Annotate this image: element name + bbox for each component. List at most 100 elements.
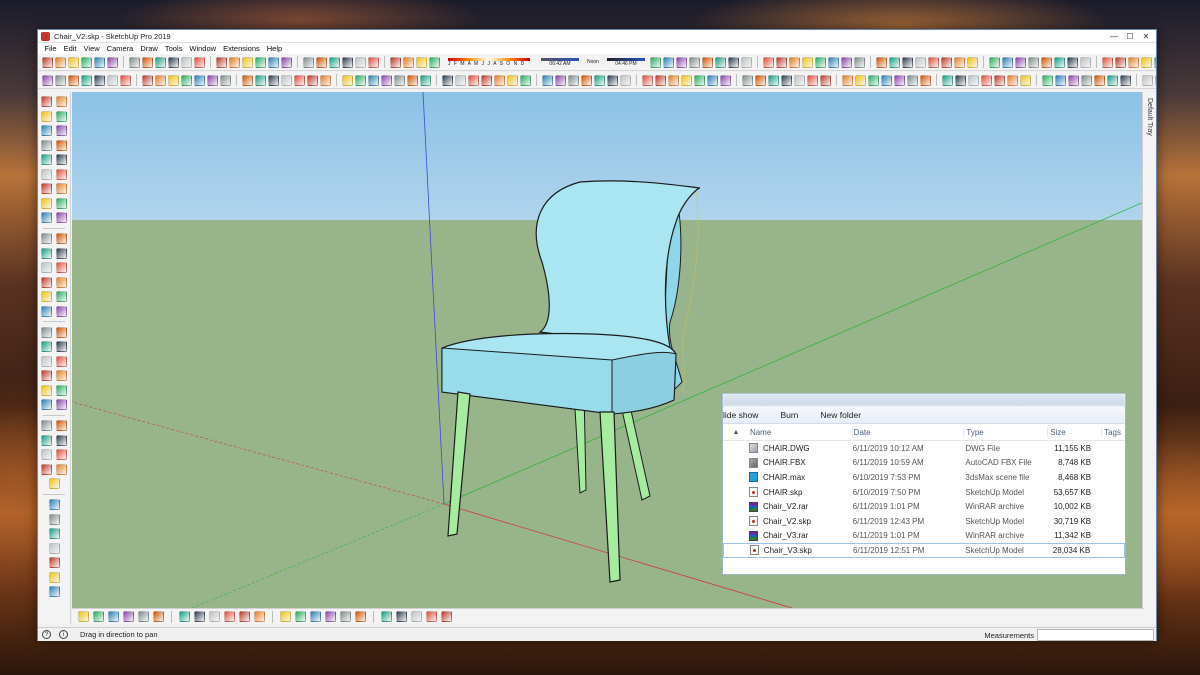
left-tool-icon[interactable]: [56, 233, 67, 244]
toolbar-tool-icon[interactable]: [968, 74, 979, 86]
toolbar-tool-icon[interactable]: [281, 56, 292, 68]
toolbar-tool-icon[interactable]: [907, 74, 918, 86]
menu-file[interactable]: File: [41, 44, 60, 53]
toolbar-tool-icon[interactable]: [416, 56, 427, 68]
left-tool-icon[interactable]: [56, 183, 67, 194]
close-button[interactable]: ✕: [1138, 30, 1154, 42]
toolbar-tool-icon[interactable]: [1081, 74, 1092, 86]
toolbar-tool-icon[interactable]: [555, 74, 566, 86]
left-tool-icon[interactable]: [48, 513, 60, 525]
toolbar-tool-icon[interactable]: [675, 56, 687, 68]
toolbar-tool-icon[interactable]: [355, 74, 366, 86]
toolbar-tool-icon[interactable]: [168, 74, 179, 86]
shadow-date-slider[interactable]: J F M A M J J A S O N D: [448, 57, 530, 67]
toolbar-tool-icon[interactable]: [194, 56, 205, 68]
left-tool-icon[interactable]: [56, 110, 67, 122]
left-tool-icon[interactable]: [41, 96, 52, 107]
toolbar-tool-icon[interactable]: [894, 74, 905, 86]
left-tool-icon[interactable]: [41, 305, 52, 317]
toolbar-tool-icon[interactable]: [507, 74, 518, 86]
toolbar-tool-icon[interactable]: [411, 611, 422, 622]
burn-button[interactable]: Burn: [780, 410, 798, 420]
toolbar-tool-icon[interactable]: [420, 74, 431, 86]
left-tool-icon[interactable]: [56, 305, 67, 317]
left-tool-icon[interactable]: [41, 341, 52, 352]
toolbar-tool-icon[interactable]: [681, 74, 692, 86]
toolbar-tool-icon[interactable]: [242, 74, 253, 86]
toolbar-tool-icon[interactable]: [281, 74, 292, 86]
toolbar-tool-icon[interactable]: [568, 74, 579, 86]
left-tool-icon[interactable]: [41, 449, 52, 460]
toolbar-tool-icon[interactable]: [381, 74, 392, 86]
left-tool-icon[interactable]: [56, 262, 67, 273]
toolbar-tool-icon[interactable]: [662, 56, 674, 68]
minimize-button[interactable]: —: [1106, 30, 1122, 42]
left-tool-icon[interactable]: [56, 449, 67, 460]
toolbar-tool-icon[interactable]: [268, 56, 279, 68]
toolbar-tool-icon[interactable]: [254, 611, 265, 622]
toolbar-tool-icon[interactable]: [242, 56, 253, 68]
column-tags[interactable]: Tags: [1101, 427, 1125, 437]
toolbar-tool-icon[interactable]: [407, 74, 418, 86]
toolbar-tool-icon[interactable]: [153, 611, 164, 622]
help-icon[interactable]: ?: [42, 630, 51, 639]
toolbar-tool-icon[interactable]: [1153, 56, 1156, 68]
toolbar-tool-icon[interactable]: [81, 74, 92, 86]
left-tool-icon[interactable]: [56, 355, 67, 367]
toolbar-tool-icon[interactable]: [224, 611, 235, 622]
toolbar-tool-icon[interactable]: [355, 611, 366, 622]
toolbar-tool-icon[interactable]: [520, 74, 531, 86]
toolbar-tool-icon[interactable]: [807, 74, 818, 86]
toolbar-tool-icon[interactable]: [307, 74, 318, 86]
left-tool-icon[interactable]: [48, 478, 60, 489]
toolbar-tool-icon[interactable]: [642, 74, 653, 86]
toolbar-tool-icon[interactable]: [320, 74, 331, 86]
left-tool-icon[interactable]: [41, 154, 52, 165]
toolbar-tool-icon[interactable]: [179, 611, 190, 622]
toolbar-tool-icon[interactable]: [468, 74, 479, 86]
toolbar-tool-icon[interactable]: [1114, 56, 1126, 68]
left-tool-icon[interactable]: [41, 326, 52, 338]
toolbar-tool-icon[interactable]: [294, 74, 305, 86]
toolbar-tool-icon[interactable]: [701, 56, 713, 68]
left-tool-icon[interactable]: [56, 384, 67, 396]
left-tool-icon[interactable]: [56, 463, 67, 475]
left-tool-icon[interactable]: [41, 399, 52, 410]
toolbar-tool-icon[interactable]: [55, 56, 66, 68]
toolbar-tool-icon[interactable]: [381, 611, 392, 622]
column-name[interactable]: Name: [749, 428, 852, 437]
toolbar-tool-icon[interactable]: [762, 56, 774, 68]
toolbar-tool-icon[interactable]: [396, 611, 407, 622]
menu-window[interactable]: Window: [186, 44, 220, 53]
column-date[interactable]: Date: [851, 427, 964, 437]
left-tool-icon[interactable]: [56, 125, 67, 136]
toolbar-tool-icon[interactable]: [1055, 74, 1066, 86]
toolbar-tool-icon[interactable]: [181, 56, 192, 68]
toolbar-tool-icon[interactable]: [108, 611, 119, 622]
toolbar-tool-icon[interactable]: [155, 74, 166, 86]
toolbar-tool-icon[interactable]: [1068, 74, 1079, 86]
toolbar-tool-icon[interactable]: [794, 74, 805, 86]
toolbar-tool-icon[interactable]: [342, 74, 353, 86]
toolbar-tool-icon[interactable]: [368, 56, 379, 68]
left-tool-icon[interactable]: [56, 154, 67, 165]
toolbar-tool-icon[interactable]: [390, 56, 401, 68]
left-tool-icon[interactable]: [56, 247, 67, 259]
toolbar-tool-icon[interactable]: [942, 74, 953, 86]
toolbar-tool-icon[interactable]: [426, 611, 437, 622]
left-tool-icon[interactable]: [56, 197, 67, 209]
toolbar-tool-icon[interactable]: [714, 56, 726, 68]
toolbar-tool-icon[interactable]: [607, 74, 618, 86]
slide-show-button[interactable]: lide show: [723, 410, 758, 420]
left-tool-icon[interactable]: [48, 542, 60, 554]
left-tool-icon[interactable]: [56, 96, 67, 107]
toolbar-tool-icon[interactable]: [755, 74, 766, 86]
toolbar-tool-icon[interactable]: [940, 56, 952, 68]
left-tool-icon[interactable]: [41, 291, 52, 302]
toolbar-tool-icon[interactable]: [68, 74, 79, 86]
toolbar-tool-icon[interactable]: [78, 611, 89, 622]
left-tool-icon[interactable]: [48, 528, 60, 539]
left-tool-icon[interactable]: [56, 168, 67, 180]
column-type[interactable]: Type: [963, 427, 1047, 437]
left-tool-icon[interactable]: [41, 370, 52, 381]
